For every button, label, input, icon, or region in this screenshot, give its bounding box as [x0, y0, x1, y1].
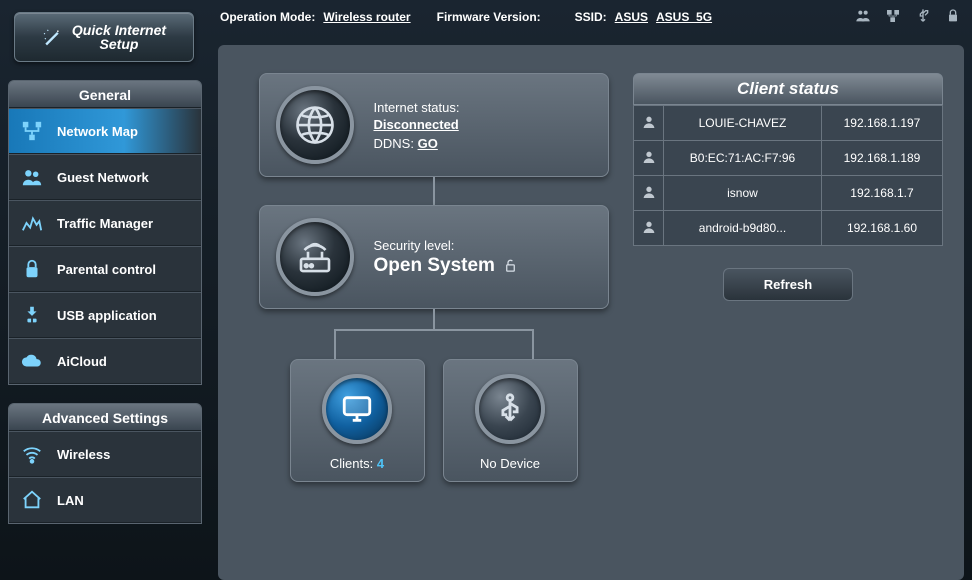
sidebar-item-label: Network Map: [57, 124, 138, 139]
usb-card[interactable]: No Device: [443, 359, 578, 482]
security-level-card[interactable]: Security level: Open System: [259, 205, 609, 309]
fw-label: Firmware Version:: [437, 10, 541, 24]
internet-status-label: Internet status:: [374, 100, 460, 115]
sidebar-item-label: AiCloud: [57, 354, 107, 369]
quick-setup-line2: Setup: [72, 37, 166, 51]
client-name: isnow: [664, 176, 822, 211]
internet-status-card[interactable]: Internet status: Disconnected DDNS: GO: [259, 73, 609, 177]
sidebar-advanced-group: Advanced Settings Wireless LAN: [8, 403, 202, 524]
table-row[interactable]: isnow 192.168.1.7: [634, 176, 943, 211]
monitor-icon: [322, 374, 392, 444]
sidebar-item-lan[interactable]: LAN: [9, 477, 201, 523]
client-name: LOUIE-CHAVEZ: [664, 106, 822, 141]
client-ip: 192.168.1.189: [821, 141, 942, 176]
network-map-column: Internet status: Disconnected DDNS: GO S…: [256, 73, 611, 580]
sidebar-item-label: Traffic Manager: [57, 216, 153, 231]
sidebar-item-label: Parental control: [57, 262, 156, 277]
sidebar-item-aicloud[interactable]: AiCloud: [9, 338, 201, 384]
table-row[interactable]: LOUIE-CHAVEZ 192.168.1.197: [634, 106, 943, 141]
sidebar: General Network Map Guest Network Traffi…: [8, 80, 202, 542]
top-icons: [854, 8, 962, 27]
connector-line: [433, 177, 435, 205]
usb-icon[interactable]: [914, 8, 932, 27]
sidebar-item-label: Guest Network: [57, 170, 149, 185]
aicloud-icon: [19, 349, 45, 373]
quick-setup-line1: Quick Internet: [72, 23, 166, 37]
ddns-label: DDNS:: [374, 136, 414, 151]
ssid-label: SSID:: [575, 10, 607, 24]
quick-internet-setup-button[interactable]: Quick Internet Setup: [14, 12, 194, 62]
client-ip: 192.168.1.197: [821, 106, 942, 141]
main-panel: Internet status: Disconnected DDNS: GO S…: [218, 45, 964, 580]
table-row[interactable]: B0:EC:71:AC:F7:96 192.168.1.189: [634, 141, 943, 176]
clients-icon[interactable]: [854, 8, 872, 27]
tree-branch: [299, 309, 569, 359]
op-mode-label: Operation Mode:: [220, 10, 315, 24]
wireless-icon: [19, 442, 45, 466]
router-icon: [276, 218, 354, 296]
clients-card[interactable]: Clients: 4: [290, 359, 425, 482]
sidebar-item-network-map[interactable]: Network Map: [9, 108, 201, 154]
client-ip: 192.168.1.60: [821, 211, 942, 246]
person-icon: [634, 106, 664, 141]
sidebar-item-traffic-manager[interactable]: Traffic Manager: [9, 200, 201, 246]
sidebar-item-guest-network[interactable]: Guest Network: [9, 154, 201, 200]
client-name: B0:EC:71:AC:F7:96: [664, 141, 822, 176]
wand-icon: [42, 27, 62, 47]
client-name: android-b9d80...: [664, 211, 822, 246]
ddns-go-link[interactable]: GO: [418, 136, 438, 151]
sidebar-item-label: LAN: [57, 493, 84, 508]
globe-icon: [276, 86, 354, 164]
security-level-value: Open System: [374, 255, 495, 277]
parental-control-icon: [19, 257, 45, 281]
client-status-header: Client status: [633, 73, 943, 105]
sidebar-general-header: General: [9, 81, 201, 108]
ssid-1[interactable]: ASUS: [615, 10, 648, 24]
person-icon: [634, 141, 664, 176]
sidebar-item-usb-application[interactable]: USB application: [9, 292, 201, 338]
sidebar-item-parental-control[interactable]: Parental control: [9, 246, 201, 292]
client-ip: 192.168.1.7: [821, 176, 942, 211]
clients-label: Clients:: [330, 456, 373, 471]
refresh-button[interactable]: Refresh: [723, 268, 853, 301]
traffic-manager-icon: [19, 211, 45, 235]
op-mode-value[interactable]: Wireless router: [323, 10, 410, 24]
sidebar-item-label: Wireless: [57, 447, 110, 462]
sidebar-item-wireless[interactable]: Wireless: [9, 431, 201, 477]
person-icon: [634, 211, 664, 246]
sidebar-item-label: USB application: [57, 308, 157, 323]
usb-application-icon: [19, 303, 45, 327]
lock-icon[interactable]: [944, 8, 962, 27]
network-map-icon: [19, 119, 45, 143]
unlocked-icon: [503, 258, 518, 273]
sidebar-advanced-header: Advanced Settings: [9, 404, 201, 431]
ssid-2[interactable]: ASUS_5G: [656, 10, 712, 24]
internet-status-value[interactable]: Disconnected: [374, 117, 460, 132]
lan-icon: [19, 488, 45, 512]
table-row[interactable]: android-b9d80... 192.168.1.60: [634, 211, 943, 246]
network-icon[interactable]: [884, 8, 902, 27]
client-status-panel: Client status LOUIE-CHAVEZ 192.168.1.197…: [633, 73, 943, 580]
security-level-label: Security level:: [374, 238, 518, 253]
clients-count: 4: [377, 456, 384, 471]
usb-status-label: No Device: [480, 456, 540, 471]
guest-network-icon: [19, 165, 45, 189]
sidebar-general-group: General Network Map Guest Network Traffi…: [8, 80, 202, 385]
client-table: LOUIE-CHAVEZ 192.168.1.197 B0:EC:71:AC:F…: [633, 105, 943, 246]
person-icon: [634, 176, 664, 211]
usb-plug-icon: [475, 374, 545, 444]
